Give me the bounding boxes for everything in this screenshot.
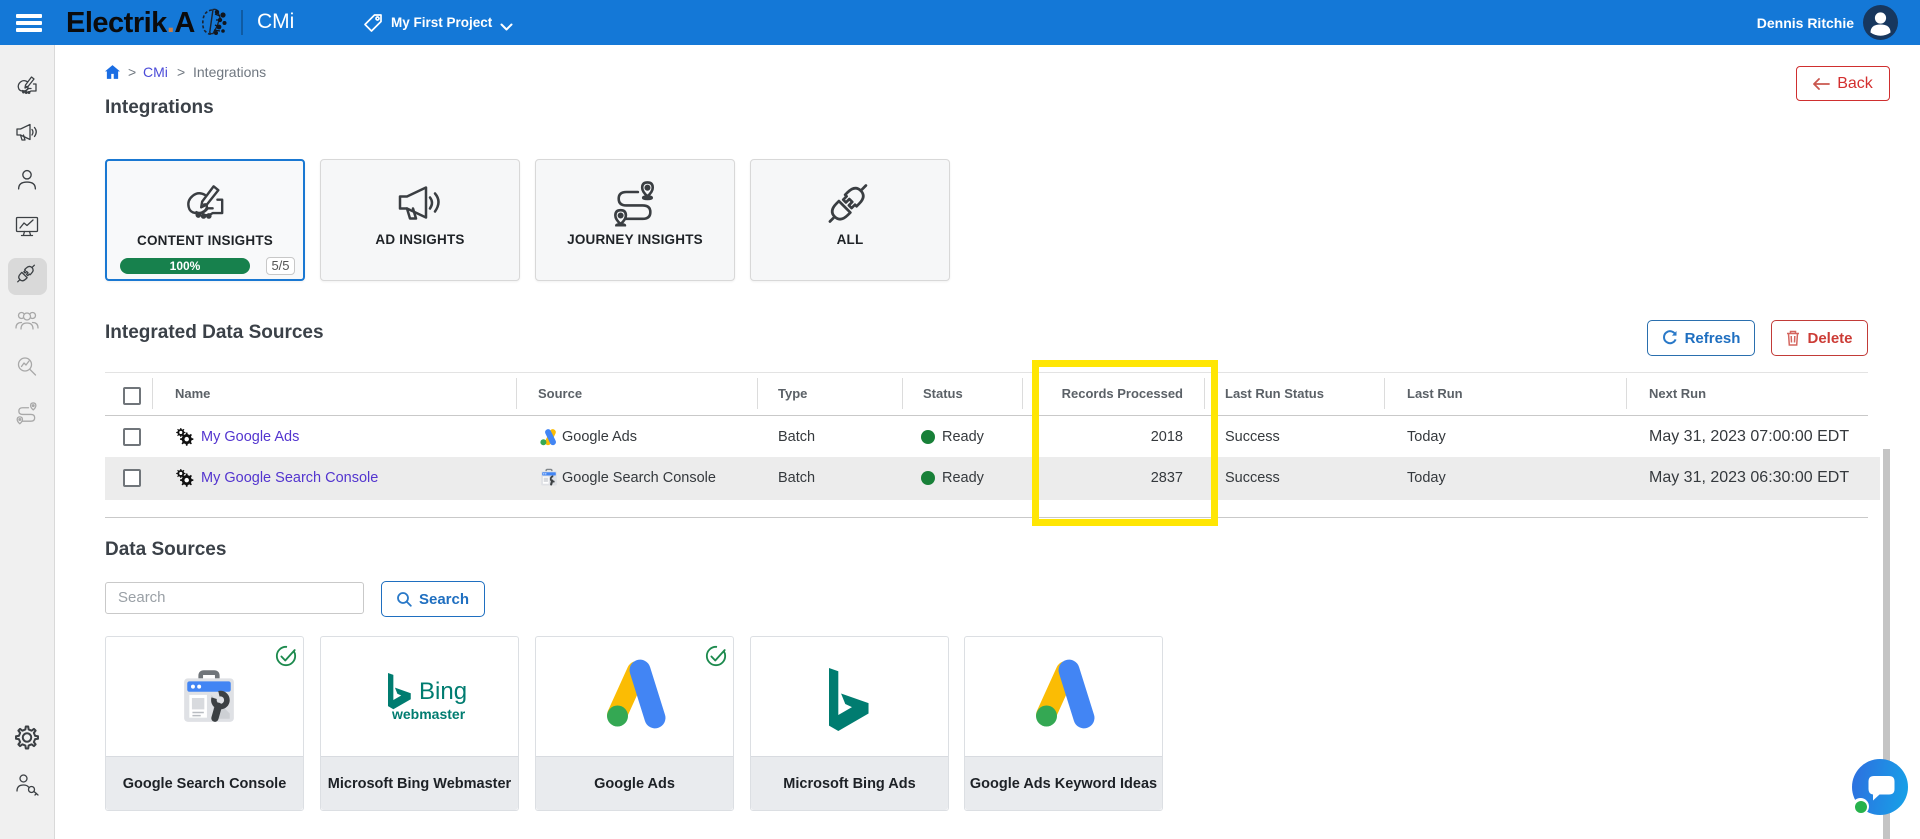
- svg-text:webmaster: webmaster: [391, 706, 466, 722]
- svg-text:Bing: Bing: [419, 678, 467, 705]
